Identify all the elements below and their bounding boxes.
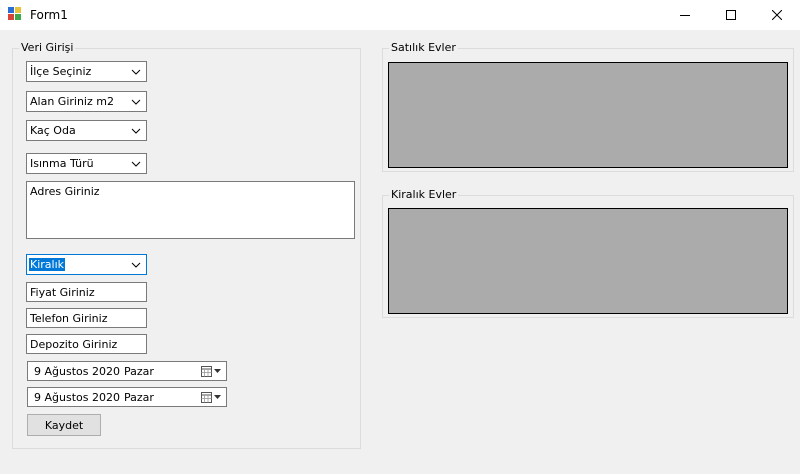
sale-data-grid[interactable]: [388, 62, 788, 168]
type-combo[interactable]: Kiralık: [26, 254, 147, 275]
app-icon: [8, 7, 22, 21]
close-button[interactable]: [754, 0, 800, 30]
minimize-button[interactable]: [662, 0, 708, 30]
heating-combo-text: Isınma Türü: [30, 157, 94, 170]
chevron-down-icon: [131, 99, 141, 105]
date-picker-1[interactable]: 9 Ağustos 2020 Pazar: [27, 361, 227, 381]
title-bar: Form1: [0, 0, 800, 30]
area-combo[interactable]: Alan Giriniz m2: [26, 91, 147, 112]
type-combo-text: Kiralık: [29, 258, 66, 271]
close-icon: [772, 10, 782, 20]
rent-data-grid[interactable]: [388, 208, 788, 314]
calendar-dropdown-icon[interactable]: [200, 365, 222, 378]
date-picker-1-day: 9 Ağustos 2020: [34, 365, 120, 378]
window-title: Form1: [30, 8, 68, 22]
save-button[interactable]: Kaydet: [27, 414, 101, 436]
date-picker-1-weekday: Pazar: [124, 365, 154, 378]
phone-field[interactable]: Telefon Giriniz: [26, 308, 147, 328]
date-picker-2-day: 9 Ağustos 2020: [34, 391, 120, 404]
phone-field-text: Telefon Giriniz: [30, 312, 108, 325]
address-text: Adres Giriniz: [30, 185, 100, 198]
deposit-field[interactable]: Depozito Giriniz: [26, 334, 147, 354]
district-combo-text: İlçe Seçiniz: [30, 65, 92, 78]
district-combo[interactable]: İlçe Seçiniz: [26, 61, 147, 82]
rooms-combo-text: Kaç Oda: [30, 124, 76, 137]
heating-combo[interactable]: Isınma Türü: [26, 153, 147, 174]
sale-group-title: Satılık Evler: [389, 41, 458, 54]
rooms-combo[interactable]: Kaç Oda: [26, 120, 147, 141]
date-picker-2[interactable]: 9 Ağustos 2020 Pazar: [27, 387, 227, 407]
chevron-down-icon: [131, 161, 141, 167]
chevron-down-icon: [131, 128, 141, 134]
rent-group-title: Kiralık Evler: [389, 188, 459, 201]
address-textarea[interactable]: Adres Giriniz: [26, 181, 355, 239]
input-group-title: Veri Girişi: [19, 41, 76, 54]
maximize-button[interactable]: [708, 0, 754, 30]
chevron-down-icon: [131, 69, 141, 75]
minimize-icon: [680, 15, 690, 16]
calendar-dropdown-icon[interactable]: [200, 391, 222, 404]
price-field[interactable]: Fiyat Giriniz: [26, 282, 147, 302]
date-picker-2-weekday: Pazar: [124, 391, 154, 404]
price-field-text: Fiyat Giriniz: [30, 286, 95, 299]
deposit-field-text: Depozito Giriniz: [30, 338, 118, 351]
maximize-icon: [726, 10, 736, 20]
area-combo-text: Alan Giriniz m2: [30, 95, 114, 108]
chevron-down-icon: [131, 262, 141, 268]
